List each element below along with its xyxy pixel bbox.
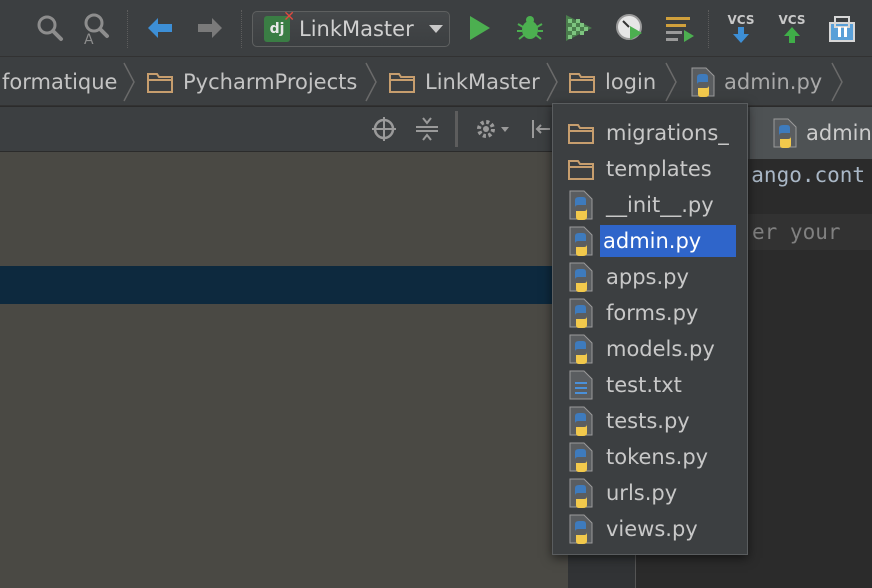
python-file-icon: [567, 406, 595, 436]
popup-item-tokens-py[interactable]: tokens.py: [567, 441, 743, 473]
popup-item-label: urls.py: [606, 481, 678, 505]
hide-panel-icon[interactable]: [526, 113, 554, 145]
vcs-history-icon[interactable]: [824, 10, 860, 46]
breadcrumb-item-login[interactable]: login: [569, 57, 656, 106]
back-arrow-icon[interactable]: [142, 10, 178, 46]
gear-icon[interactable]: [472, 113, 512, 145]
popup-item-label: admin.py: [600, 225, 736, 257]
tasks-list-icon[interactable]: [661, 10, 697, 46]
popup-item-label: __init__.py: [606, 193, 714, 217]
chevron-right-icon: [365, 62, 377, 102]
run-icon[interactable]: [462, 10, 498, 46]
replace-icon[interactable]: A: [79, 10, 115, 46]
vcs-commit-label: VCS: [778, 13, 806, 27]
popup-item-label: models.py: [606, 337, 715, 361]
popup-item-label: tests.py: [606, 409, 690, 433]
breadcrumb-item-pycharmprojects[interactable]: PycharmProjects: [147, 57, 357, 106]
toolbar-separator: [241, 10, 243, 48]
python-file-icon: [567, 478, 595, 508]
django-icon: dj ✕: [264, 9, 295, 42]
python-file-icon: [567, 442, 595, 472]
toolbar-separator: [708, 10, 710, 48]
folder-icon: [147, 72, 173, 93]
run-coverage-icon[interactable]: [561, 10, 597, 46]
popup-item-label: forms.py: [606, 301, 699, 325]
debug-bug-icon[interactable]: [512, 10, 548, 46]
selected-tree-row[interactable]: [0, 266, 568, 304]
chevron-down-icon: [428, 25, 443, 33]
tab-label: admin: [806, 121, 872, 145]
breadcrumb-label: formatique: [2, 69, 118, 94]
popup-item-templates[interactable]: templates: [567, 153, 743, 185]
svg-text:A: A: [84, 32, 94, 45]
python-file-icon: [567, 514, 595, 544]
popup-item-migrations[interactable]: migrations_: [567, 117, 743, 149]
python-file-icon: [567, 334, 595, 364]
find-icon[interactable]: [32, 10, 68, 46]
tab-admin-py[interactable]: admin: [750, 107, 872, 159]
python-file-icon: [773, 118, 797, 148]
popup-item-label: migrations_: [606, 121, 729, 145]
folder-icon: [567, 119, 595, 147]
breadcrumb-item-admin-py[interactable]: admin.py: [690, 57, 822, 106]
python-file-icon: [567, 298, 595, 328]
popup-item-init-py[interactable]: __init__.py: [567, 189, 743, 221]
popup-item-models-py[interactable]: models.py: [567, 333, 743, 365]
toolbar-separator: [455, 111, 458, 147]
popup-item-label: apps.py: [606, 265, 689, 289]
folder-icon: [569, 72, 595, 93]
forward-arrow-icon[interactable]: [192, 10, 228, 46]
python-file-icon: [567, 190, 595, 220]
popup-item-tests-py[interactable]: tests.py: [567, 405, 743, 437]
navigation-bar: formatique PycharmProjects LinkMaster lo…: [0, 57, 872, 106]
folder-icon: [389, 72, 415, 93]
run-config-label: LinkMaster: [299, 17, 414, 41]
chevron-right-icon: [831, 62, 843, 102]
chevron-right-icon: [665, 62, 677, 102]
popup-item-apps-py[interactable]: apps.py: [567, 261, 743, 293]
project-tree-panel[interactable]: [0, 152, 568, 588]
popup-item-admin-py[interactable]: admin.py: [567, 225, 743, 257]
breadcrumb-item-linkmaster[interactable]: LinkMaster: [389, 57, 540, 106]
breadcrumb-item-formatique[interactable]: formatique: [2, 57, 117, 106]
popup-item-forms-py[interactable]: forms.py: [567, 297, 743, 329]
popup-item-views-py[interactable]: views.py: [567, 513, 743, 545]
python-file-icon: [567, 262, 595, 292]
locate-target-icon[interactable]: [368, 113, 400, 145]
popup-item-label: templates: [606, 157, 712, 181]
vcs-update-icon[interactable]: VCS: [723, 10, 759, 46]
python-file-icon: [691, 67, 715, 97]
chevron-right-icon: [123, 62, 135, 102]
breadcrumb-label: login: [605, 69, 657, 94]
code-line: er your: [752, 220, 841, 244]
folder-icon: [567, 155, 595, 183]
popup-item-label: test.txt: [606, 373, 682, 397]
vcs-update-label: VCS: [727, 13, 755, 27]
collapse-all-icon[interactable]: [411, 113, 443, 145]
popup-item-label: views.py: [606, 517, 698, 541]
chevron-right-icon: [546, 62, 558, 102]
popup-item-label: tokens.py: [606, 445, 709, 469]
breadcrumb-label: LinkMaster: [425, 69, 540, 94]
text-file-icon: [567, 370, 595, 400]
toolbar-separator: [127, 10, 129, 48]
python-file-icon: [567, 226, 595, 256]
popup-item-urls-py[interactable]: urls.py: [567, 477, 743, 509]
main-toolbar: A dj ✕ LinkMaster VCS VCS: [0, 0, 872, 57]
navigation-popup-list: migrations_ templates __init__.py admin.py a…: [552, 103, 748, 555]
run-configuration-dropdown[interactable]: dj ✕ LinkMaster: [252, 9, 450, 47]
popup-item-test-txt[interactable]: test.txt: [567, 369, 743, 401]
vcs-commit-icon[interactable]: VCS: [774, 10, 810, 46]
breadcrumb-label: PycharmProjects: [183, 69, 358, 94]
breadcrumb-label: admin.py: [724, 69, 823, 94]
profile-icon[interactable]: [612, 10, 648, 46]
